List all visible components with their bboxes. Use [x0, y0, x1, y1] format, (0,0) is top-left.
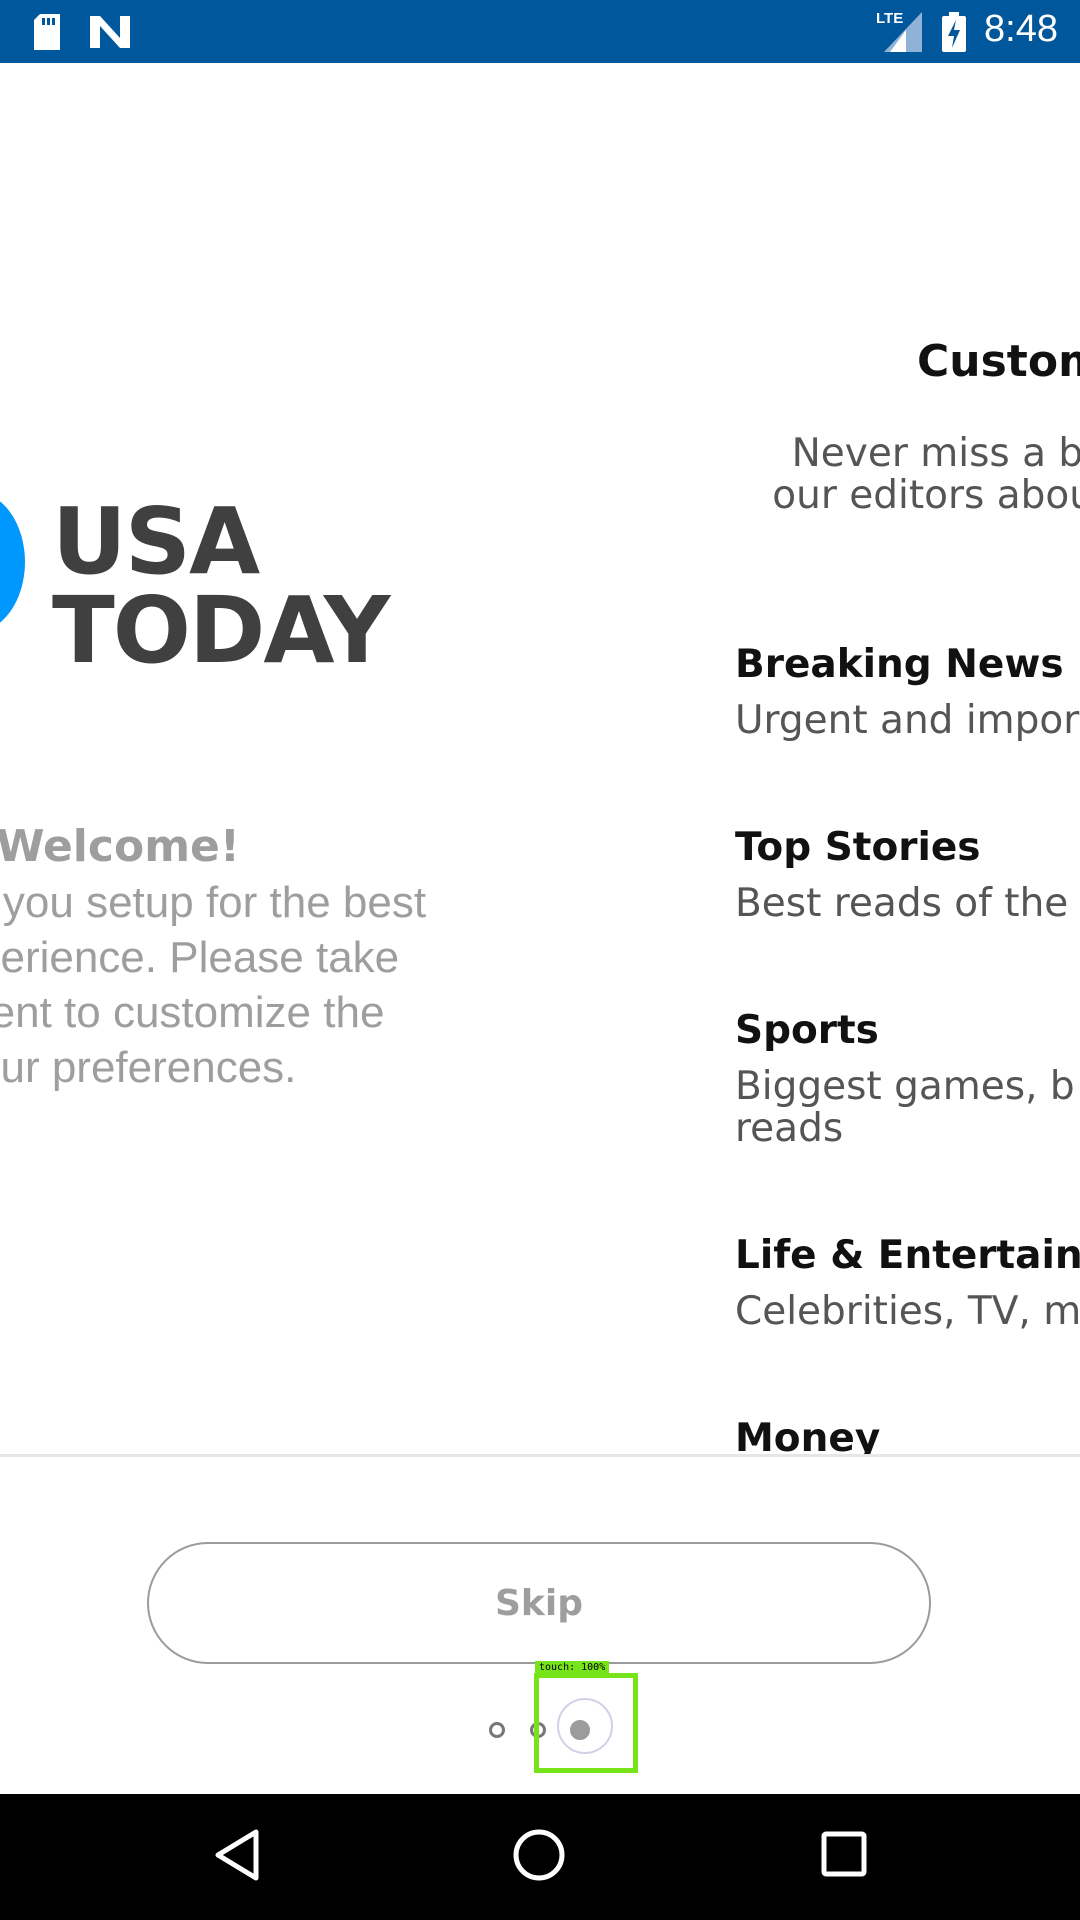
status-time: 8:48 [984, 8, 1058, 50]
page-dot-1[interactable] [489, 1722, 505, 1738]
status-bar: LTE 8:48 [0, 0, 1080, 63]
customize-subtitle: Never miss a bi our editors abou [772, 431, 1080, 518]
category-top-stories[interactable]: Top Stories Best reads of the [735, 825, 1068, 925]
category-desc: Biggest games, b reads [735, 1064, 1075, 1151]
category-title: Money [735, 1416, 881, 1455]
bottom-divider [0, 1454, 1080, 1457]
onboarding-pager[interactable]: USA TODAY Welcome! et you setup for the … [0, 63, 1080, 1455]
touch-label: touch: 100% [535, 1661, 610, 1674]
skip-button[interactable]: Skip [147, 1542, 931, 1664]
logo-text-today: TODAY [52, 577, 390, 684]
category-title: Breaking News [735, 642, 1064, 687]
sd-card-icon [34, 14, 60, 50]
lte-label: LTE [876, 10, 904, 27]
battery-charging-icon [942, 12, 966, 52]
category-money[interactable]: Money [735, 1416, 880, 1455]
navigation-bar [0, 1794, 1080, 1920]
n-notification-icon [90, 16, 130, 48]
category-title: Top Stories [735, 825, 981, 870]
category-title: Sports [735, 1008, 879, 1053]
lte-signal-icon: LTE [876, 10, 922, 52]
customize-title: Custom [917, 336, 1080, 387]
back-icon[interactable] [212, 1828, 260, 1882]
category-desc: Urgent and impor [735, 698, 1080, 743]
recents-icon[interactable] [820, 1830, 868, 1878]
category-title: Life & Entertainm [735, 1233, 1080, 1278]
category-desc: Best reads of the [735, 881, 1069, 926]
category-breaking-news[interactable]: Breaking News Urgent and impor [735, 642, 1079, 742]
category-life-entertainment[interactable]: Life & Entertainm Celebrities, TV, m [735, 1233, 1080, 1333]
logo-text-usa: USA [52, 488, 260, 595]
touch-highlight-box [534, 1673, 638, 1773]
category-sports[interactable]: Sports Biggest games, b reads [735, 1008, 1075, 1150]
home-icon[interactable] [512, 1828, 566, 1882]
welcome-body: et you setup for the best xperience. Ple… [0, 878, 427, 1092]
category-desc: Celebrities, TV, m [735, 1289, 1080, 1334]
usa-today-logo-dot [0, 492, 25, 632]
welcome-title: Welcome! [0, 821, 240, 872]
